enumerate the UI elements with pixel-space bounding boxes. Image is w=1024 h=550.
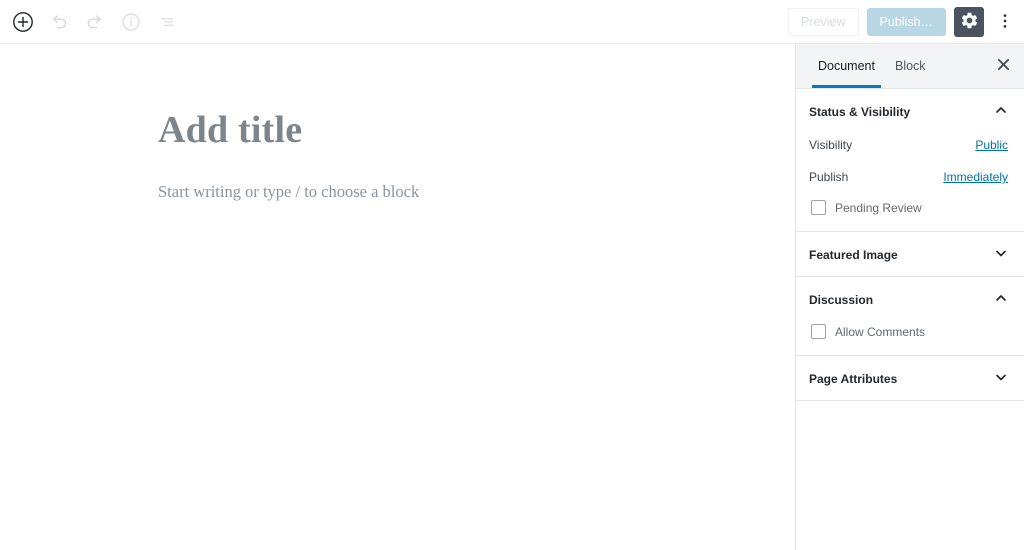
editor-canvas[interactable]: Add title Start writing or type / to cho… [0, 44, 795, 550]
toolbar-left-group [0, 7, 182, 37]
row-visibility-label: Visibility [809, 138, 853, 152]
visibility-value-button[interactable]: Public [975, 138, 1008, 152]
chevron-up-icon [994, 291, 1008, 308]
panel-status-visibility-body: Visibility Public Publish Immediately Pe… [796, 133, 1024, 231]
panel-page-attributes: Page Attributes [796, 356, 1024, 401]
pending-review-checkbox[interactable] [811, 200, 826, 215]
panel-featured-image: Featured Image [796, 232, 1024, 277]
gear-icon [960, 11, 979, 33]
row-publish-label: Publish [809, 170, 849, 184]
close-icon [997, 58, 1010, 74]
block-editor: Preview Publish… Add title Start writing… [0, 0, 1024, 550]
panel-page-attributes-title: Page Attributes [809, 371, 898, 386]
panel-discussion-header[interactable]: Discussion [796, 277, 1024, 321]
sidebar-tablist: Document Block [796, 44, 1024, 89]
panel-discussion-body: Allow Comments [796, 321, 1024, 355]
panel-status-visibility-title: Status & Visibility [809, 104, 911, 119]
post-title-input[interactable]: Add title [158, 108, 302, 152]
panel-status-visibility: Status & Visibility Visibility Public Pu… [796, 89, 1024, 232]
more-options-button[interactable] [992, 7, 1018, 37]
panel-discussion-title: Discussion [809, 292, 874, 307]
publish-button[interactable]: Publish… [866, 8, 946, 36]
tab-document[interactable]: Document [808, 44, 885, 88]
circle-plus-icon [12, 11, 34, 33]
allow-comments-label[interactable]: Allow Comments [835, 325, 925, 339]
row-pending-review: Pending Review [809, 197, 1011, 217]
tab-block[interactable]: Block [885, 44, 936, 88]
settings-sidebar: Document Block Status & Visibility Visib… [795, 44, 1024, 550]
pending-review-label[interactable]: Pending Review [835, 201, 922, 215]
close-sidebar-button[interactable] [988, 51, 1018, 81]
redo-button[interactable] [80, 7, 110, 37]
list-view-icon [156, 11, 178, 33]
post-body-input[interactable]: Start writing or type / to choose a bloc… [158, 182, 419, 202]
undo-button[interactable] [44, 7, 74, 37]
kebab-menu-icon [996, 12, 1014, 33]
panel-status-visibility-header[interactable]: Status & Visibility [796, 89, 1024, 133]
panel-discussion: Discussion Allow Comments [796, 277, 1024, 356]
chevron-down-icon [994, 370, 1008, 387]
publish-date-button[interactable]: Immediately [943, 170, 1008, 184]
panel-featured-image-header[interactable]: Featured Image [796, 232, 1024, 276]
redo-icon [84, 11, 106, 33]
row-publish: Publish Immediately [809, 165, 1011, 197]
chevron-up-icon [994, 103, 1008, 120]
add-block-button[interactable] [8, 7, 38, 37]
panel-featured-image-title: Featured Image [809, 247, 898, 262]
row-allow-comments: Allow Comments [809, 321, 1011, 341]
row-visibility: Visibility Public [809, 133, 1011, 165]
info-icon [120, 11, 142, 33]
preview-button[interactable]: Preview [788, 8, 859, 36]
block-outline-button[interactable] [152, 7, 182, 37]
settings-toggle-button[interactable] [954, 7, 984, 37]
toolbar-right-group: Preview Publish… [788, 0, 1018, 44]
editor-toolbar: Preview Publish… [0, 0, 1024, 44]
content-info-button[interactable] [116, 7, 146, 37]
chevron-down-icon [994, 246, 1008, 263]
panel-page-attributes-header[interactable]: Page Attributes [796, 356, 1024, 400]
allow-comments-checkbox[interactable] [811, 324, 826, 339]
undo-icon [48, 11, 70, 33]
